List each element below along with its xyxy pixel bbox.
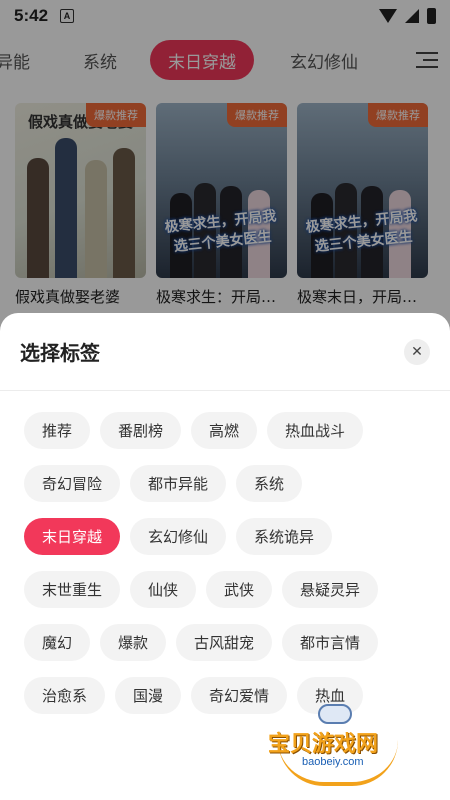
tag-chip[interactable]: 奇幻冒险 — [24, 465, 121, 502]
tag-chip[interactable]: 治愈系 — [24, 677, 106, 714]
tag-chip[interactable]: 都市言情 — [282, 624, 379, 661]
tag-row: 末日穿越 玄幻修仙 系统诡异 — [24, 518, 434, 555]
tag-row: 奇幻冒险 都市异能 系统 — [24, 465, 434, 502]
tag-row: 魔幻 爆款 古风甜宠 都市言情 — [24, 624, 434, 661]
tag-chip[interactable]: 仙侠 — [130, 571, 197, 608]
tag-chip[interactable]: 魔幻 — [24, 624, 91, 661]
tag-chip[interactable]: 热血战斗 — [267, 412, 364, 449]
tag-chip[interactable]: 武侠 — [206, 571, 273, 608]
tag-grid: 推荐 番剧榜 高燃 热血战斗 奇幻冒险 都市异能 系统 末日穿越 玄幻修仙 系统… — [24, 412, 434, 714]
tag-chip[interactable]: 悬疑灵异 — [282, 571, 379, 608]
sheet-title: 选择标签 — [20, 341, 100, 365]
tag-chip[interactable]: 高燃 — [191, 412, 258, 449]
sheet-header: 选择标签 ✕ — [0, 313, 450, 391]
tag-row: 末世重生 仙侠 武侠 悬疑灵异 — [24, 571, 434, 608]
tag-chip[interactable]: 番剧榜 — [100, 412, 182, 449]
watermark-url: baobeiy.com — [302, 756, 364, 768]
tag-chip[interactable]: 都市异能 — [130, 465, 227, 502]
close-icon: ✕ — [411, 343, 423, 360]
gamepad-icon — [318, 704, 352, 724]
watermark-text: 宝贝游戏网 — [268, 732, 379, 757]
tag-chip[interactable]: 系统诡异 — [236, 518, 333, 555]
close-button[interactable]: ✕ — [404, 338, 430, 365]
tag-chip[interactable]: 玄幻修仙 — [130, 518, 227, 555]
tag-chip[interactable]: 国漫 — [115, 677, 182, 714]
tag-chip[interactable]: 推荐 — [24, 412, 91, 449]
tag-chip[interactable]: 爆款 — [100, 624, 167, 661]
tag-row: 推荐 番剧榜 高燃 热血战斗 — [24, 412, 434, 449]
tag-chip[interactable]: 古风甜宠 — [176, 624, 273, 661]
tag-chip-selected[interactable]: 末日穿越 — [24, 518, 121, 555]
tag-chip[interactable]: 系统 — [236, 465, 303, 502]
site-watermark: 宝贝游戏网 baobeiy.com — [264, 704, 414, 786]
tag-chip[interactable]: 末世重生 — [24, 571, 121, 608]
